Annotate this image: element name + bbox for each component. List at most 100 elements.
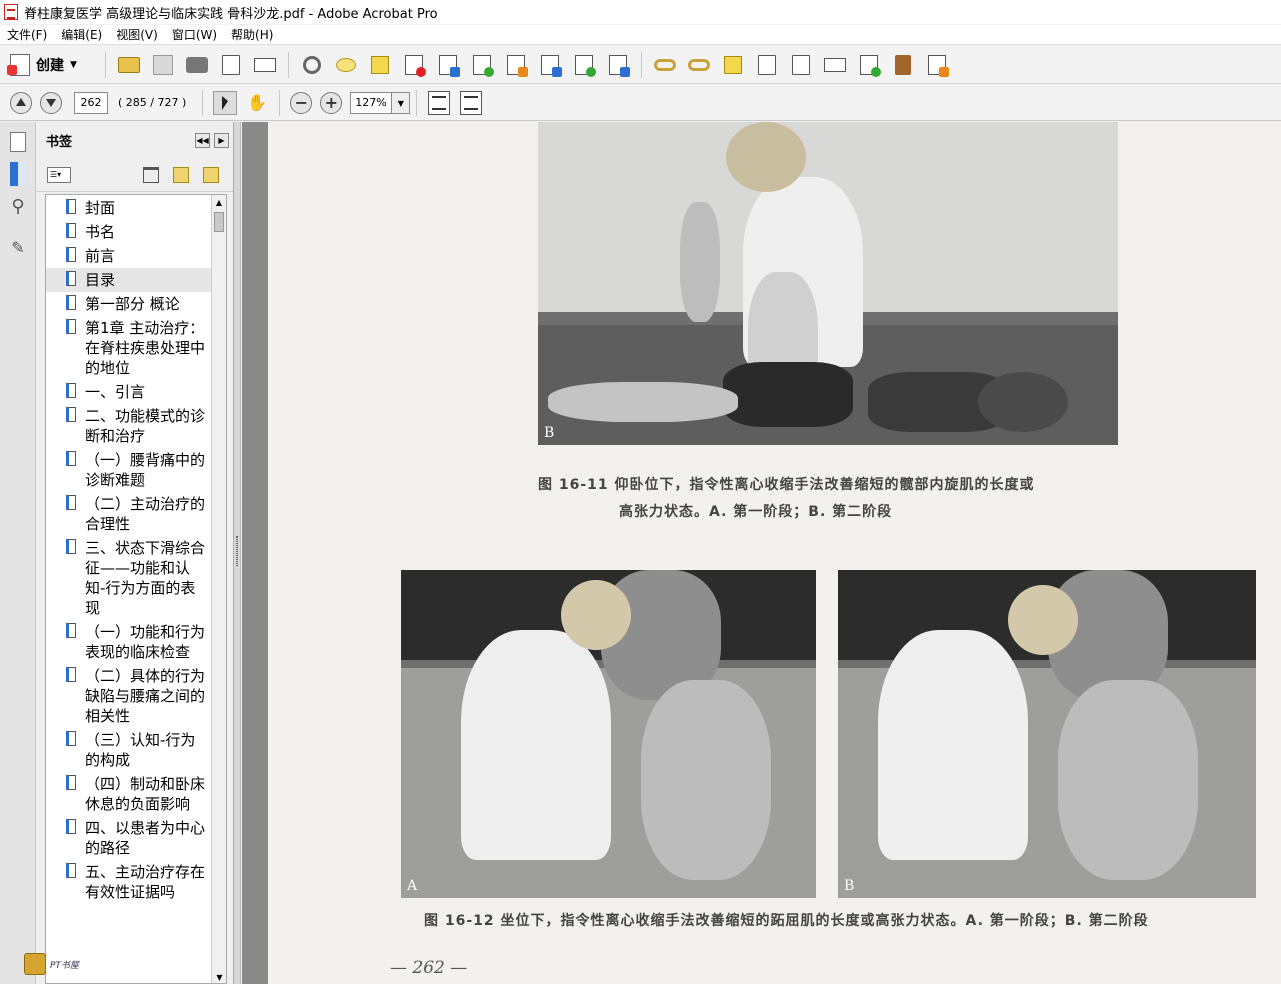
attach-file-icon[interactable] xyxy=(606,53,630,77)
zoom-in-button[interactable]: + xyxy=(320,91,343,114)
toolbar-separator xyxy=(279,89,281,116)
bookmark-label: 封面 xyxy=(85,199,116,217)
select-tool-button[interactable] xyxy=(213,90,238,115)
menu-view[interactable]: 视图(V) xyxy=(109,25,165,45)
bookmark-icon xyxy=(66,319,76,334)
open-folder-icon[interactable] xyxy=(117,53,141,77)
zoom-input[interactable]: 127% xyxy=(350,91,393,114)
bookmark-label: 三、状态下滑综合征——功能和认知-行为方面的表现 xyxy=(85,539,206,617)
stamp-icon[interactable] xyxy=(721,53,745,77)
combine-icon[interactable] xyxy=(572,53,596,77)
bookmark-item[interactable]: （二）具体的行为缺陷与腰痛之间的相关性 xyxy=(46,664,226,728)
bookmark-icon xyxy=(66,819,76,834)
bookmark-item[interactable]: （四）制动和卧床休息的负面影响 xyxy=(46,772,226,816)
email-icon[interactable] xyxy=(253,53,277,77)
bookmark-item[interactable]: 二、功能模式的诊断和治疗 xyxy=(46,404,226,448)
bookmark-label: 四、以患者为中心的路径 xyxy=(85,819,206,857)
next-page-button[interactable] xyxy=(40,91,62,114)
edit-icon[interactable] xyxy=(219,53,243,77)
figure-16-11-caption-line1: 图 16-11 仰卧位下，指令性离心收缩手法改善缩短的髋部内旋肌的长度或 xyxy=(538,477,1035,493)
bookmarks-panel-icon[interactable] xyxy=(10,162,26,186)
bookmark-item[interactable]: 第一部分 概论 xyxy=(46,292,226,316)
attachments-icon[interactable]: ⚲ xyxy=(4,196,32,228)
bookmark-item[interactable]: （三）认知-行为的构成 xyxy=(46,728,226,772)
comment-icon[interactable] xyxy=(334,53,358,77)
link-icon[interactable] xyxy=(653,53,677,77)
menu-edit[interactable]: 编辑(E) xyxy=(54,25,109,45)
delete-bookmark-icon[interactable] xyxy=(143,166,159,183)
page-properties-icon[interactable] xyxy=(755,53,779,77)
unlink-icon[interactable] xyxy=(687,53,711,77)
bookmark-item[interactable]: 一、引言 xyxy=(46,380,226,404)
bookmark-icon xyxy=(66,539,76,554)
bookmark-label: （四）制动和卧床休息的负面影响 xyxy=(85,775,206,813)
chevron-down-icon[interactable]: ▼ xyxy=(392,91,411,114)
menu-bar: 文件(F) 编辑(E) 视图(V) 窗口(W) 帮助(H) xyxy=(0,25,1281,45)
expand-panel-icon[interactable]: ▶ xyxy=(214,132,229,148)
zoom-out-button[interactable]: − xyxy=(290,91,313,114)
menu-file[interactable]: 文件(F) xyxy=(0,25,54,45)
options-menu-icon[interactable]: ☰▾ xyxy=(47,166,71,183)
figure-16-11-photo: B xyxy=(538,122,1118,445)
export-icon[interactable] xyxy=(470,53,494,77)
sign-icon[interactable] xyxy=(857,53,881,77)
bookmark-item[interactable]: 前言 xyxy=(46,244,226,268)
settings-icon[interactable] xyxy=(300,53,324,77)
pane-splitter[interactable] xyxy=(234,122,241,984)
page-icon[interactable] xyxy=(436,53,460,77)
bookmark-label: （一）功能和行为表现的临床检查 xyxy=(85,623,206,661)
page-count: ( 285 / 727 ) xyxy=(118,96,187,109)
edit-pdf-icon[interactable] xyxy=(504,53,528,77)
bookmark-item[interactable]: 书名 xyxy=(46,220,226,244)
bookmark-item[interactable]: 四、以患者为中心的路径 xyxy=(46,816,226,860)
bookmark-item[interactable]: （一）功能和行为表现的临床检查 xyxy=(46,620,226,664)
collapse-panel-icon[interactable]: ◀◀ xyxy=(195,132,210,148)
forms-icon[interactable] xyxy=(538,53,562,77)
document-view[interactable]: B 图 16-11 仰卧位下，指令性离心收缩手法改善缩短的髋部内旋肌的长度或 高… xyxy=(242,122,1281,984)
bookmark-item[interactable]: 第1章 主动治疗：在脊柱疾患处理中的地位 xyxy=(46,316,226,380)
bookmark-scrollbar[interactable]: ▲ ▼ xyxy=(211,195,226,983)
figure-panel-label: B xyxy=(844,878,855,894)
save-icon[interactable] xyxy=(151,53,175,77)
signatures-icon[interactable]: ✎ xyxy=(4,238,32,270)
reading-icon[interactable] xyxy=(823,53,847,77)
bookmark-label: （一）腰背痛中的诊断难题 xyxy=(85,451,206,489)
bookmark-book-icon[interactable] xyxy=(891,53,915,77)
zoom-select[interactable]: 127% ▼ xyxy=(350,91,411,114)
bookmark-from-selection-icon[interactable] xyxy=(203,166,219,183)
menu-window[interactable]: 窗口(W) xyxy=(165,25,224,45)
scroll-down-icon[interactable]: ▼ xyxy=(212,970,226,983)
create-button[interactable]: 创建 ▼ xyxy=(6,51,85,79)
toolbar-separator xyxy=(104,51,106,78)
bookmark-item[interactable]: 五、主动治疗存在有效性证据吗 xyxy=(46,860,226,904)
hand-tool-icon[interactable]: ✋ xyxy=(245,91,269,115)
print-icon[interactable] xyxy=(185,53,209,77)
menu-help[interactable]: 帮助(H) xyxy=(224,25,280,45)
figure-panel-label: A xyxy=(407,878,418,894)
splitter-grip-icon[interactable] xyxy=(236,536,238,566)
new-bookmark-icon[interactable] xyxy=(173,166,189,183)
title-bar: 脊柱康复医学 高级理论与临床实践 骨科沙龙.pdf - Adobe Acroba… xyxy=(0,0,1281,24)
bookmark-item[interactable]: 封面 xyxy=(46,196,226,220)
bookmark-item[interactable]: （一）腰背痛中的诊断难题 xyxy=(46,448,226,492)
scrollbar-thumb[interactable] xyxy=(214,212,224,232)
page-number-input[interactable]: 262 xyxy=(74,91,108,114)
bookmark-item[interactable]: （二）主动治疗的合理性 xyxy=(46,492,226,536)
fit-width-button[interactable] xyxy=(428,90,451,115)
delete-page-icon[interactable] xyxy=(402,53,426,77)
clipboard-icon[interactable] xyxy=(925,53,949,77)
bookmark-label: （二）具体的行为缺陷与腰痛之间的相关性 xyxy=(85,667,206,725)
scroll-up-icon[interactable]: ▲ xyxy=(212,195,226,210)
bookmark-label: 第一部分 概论 xyxy=(85,295,180,313)
blank-page-icon[interactable] xyxy=(789,53,813,77)
bookmarks-header: 书签 ◀◀ ▶ xyxy=(37,122,233,158)
previous-page-button[interactable] xyxy=(10,91,32,114)
fit-page-button[interactable] xyxy=(460,90,483,115)
bookmark-icon xyxy=(66,199,76,214)
bookmark-item[interactable]: 三、状态下滑综合征——功能和认知-行为方面的表现 xyxy=(46,536,226,620)
highlight-icon[interactable] xyxy=(368,53,392,77)
page-thumbnails-icon[interactable] xyxy=(10,132,26,152)
bookmark-icon xyxy=(66,271,76,286)
bookmark-item[interactable]: 目录 xyxy=(46,268,226,292)
watermark-logo: PT书屋 xyxy=(24,950,84,978)
